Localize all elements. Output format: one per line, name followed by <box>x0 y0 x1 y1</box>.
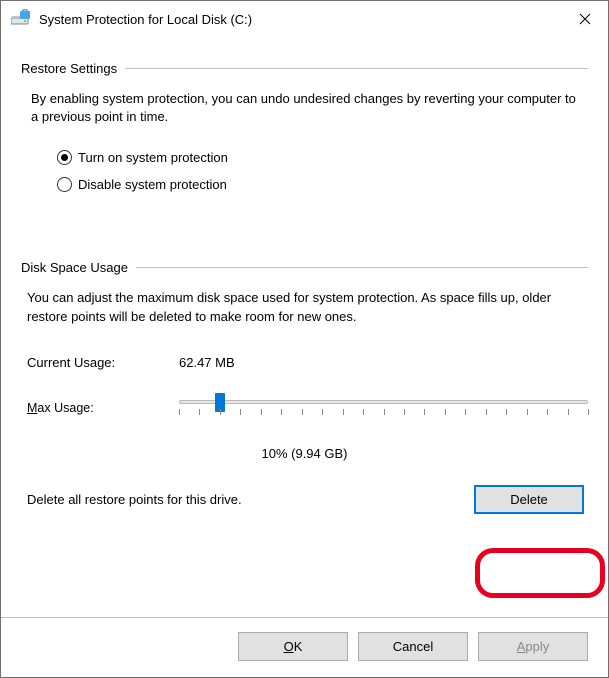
slider-tick <box>179 409 180 415</box>
restore-settings-header: Restore Settings <box>21 61 588 76</box>
radio-icon <box>57 150 72 165</box>
close-icon <box>579 13 591 25</box>
restore-settings-label: Restore Settings <box>21 61 117 76</box>
disk-description: You can adjust the maximum disk space us… <box>27 289 584 327</box>
slider-tick <box>302 409 303 415</box>
slider-tick <box>322 409 323 415</box>
disk-space-header: Disk Space Usage <box>21 260 588 275</box>
slider-tick <box>527 409 528 415</box>
restore-description: By enabling system protection, you can u… <box>31 90 582 126</box>
slider-tick <box>261 409 262 415</box>
slider-tick <box>465 409 466 415</box>
divider <box>1 617 608 618</box>
dialog-content: Restore Settings By enabling system prot… <box>1 37 608 599</box>
slider-tick <box>220 409 221 415</box>
ok-button[interactable]: OK <box>238 632 348 661</box>
slider-tick <box>240 409 241 415</box>
disk-space-label: Disk Space Usage <box>21 260 128 275</box>
radio-disable-protection[interactable]: Disable system protection <box>57 177 588 192</box>
window-title: System Protection for Local Disk (C:) <box>39 12 562 27</box>
max-usage-row: Max Usage: <box>27 388 588 428</box>
drive-protection-icon <box>11 9 31 29</box>
divider <box>136 267 588 268</box>
current-usage-label: Current Usage: <box>27 355 179 370</box>
dialog-buttons: OK Cancel Apply <box>1 632 608 677</box>
max-usage-label: Max Usage: <box>27 401 179 415</box>
max-usage-value: 10% (9.94 GB) <box>21 446 588 461</box>
current-usage-value: 62.47 MB <box>179 355 235 370</box>
slider-tick <box>363 409 364 415</box>
slider-tick <box>568 409 569 415</box>
max-usage-slider[interactable] <box>179 388 588 428</box>
radio-turn-on-protection[interactable]: Turn on system protection <box>57 150 588 165</box>
close-button[interactable] <box>562 3 608 35</box>
slider-tick <box>343 409 344 415</box>
slider-track <box>179 400 588 404</box>
divider <box>125 68 588 69</box>
current-usage-row: Current Usage: 62.47 MB <box>27 355 588 370</box>
delete-button[interactable]: Delete <box>474 485 584 514</box>
slider-tick <box>424 409 425 415</box>
slider-tick <box>547 409 548 415</box>
slider-tick <box>445 409 446 415</box>
slider-tick <box>506 409 507 415</box>
slider-tick <box>486 409 487 415</box>
slider-tick <box>384 409 385 415</box>
delete-restore-points-text: Delete all restore points for this drive… <box>27 492 242 507</box>
slider-tick <box>588 409 589 415</box>
titlebar: System Protection for Local Disk (C:) <box>1 1 608 37</box>
slider-tick <box>281 409 282 415</box>
cancel-button[interactable]: Cancel <box>358 632 468 661</box>
apply-button[interactable]: Apply <box>478 632 588 661</box>
radio-icon <box>57 177 72 192</box>
radio-label: Turn on system protection <box>78 150 228 165</box>
slider-tick <box>404 409 405 415</box>
radio-label: Disable system protection <box>78 177 227 192</box>
slider-tick <box>199 409 200 415</box>
system-protection-dialog: System Protection for Local Disk (C:) Re… <box>0 0 609 678</box>
